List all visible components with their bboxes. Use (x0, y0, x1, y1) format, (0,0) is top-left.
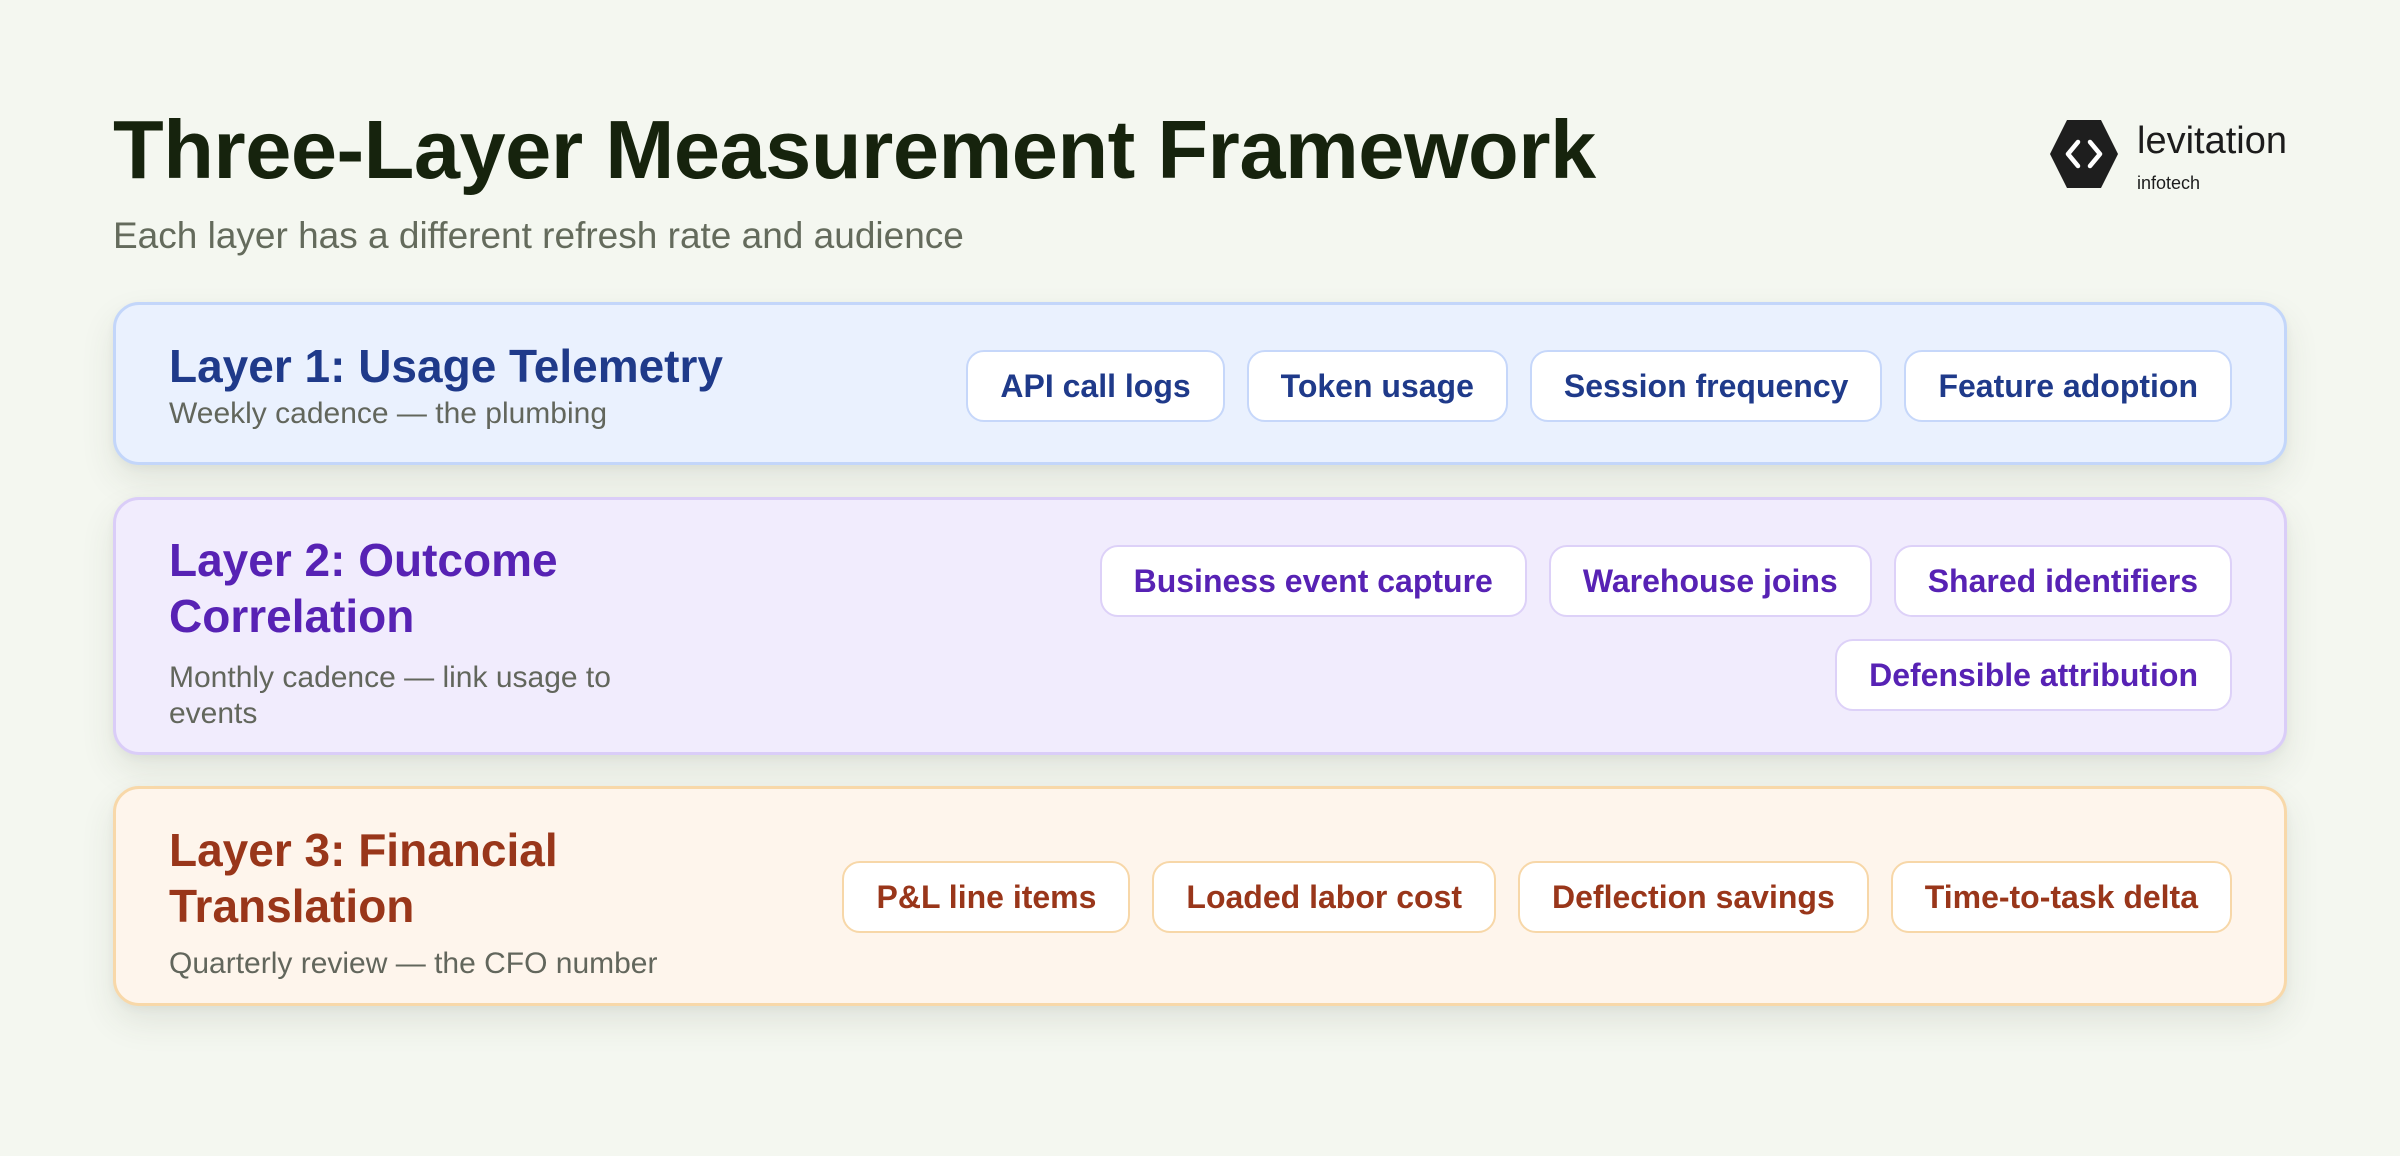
layer-title: Layer 2: Outcome Correlation (169, 534, 558, 642)
brand-tagline: infotech (2137, 173, 2201, 193)
page-title: Three-Layer Measurement Framework (113, 103, 1596, 196)
metric-chip-defensible-attribution: Defensible attribution (1835, 639, 2232, 711)
layer-header: Layer 1: Usage Telemetry Weekly cadence … (169, 338, 869, 432)
brand-name: levitation (2137, 120, 2287, 162)
metric-chip-warehouse-joins: Warehouse joins (1548, 545, 1872, 617)
metric-chip-session-frequency: Session frequency (1529, 350, 1883, 422)
layer-card-outcome-correlation: Layer 2: Outcome Correlation Monthly cad… (113, 497, 2287, 755)
page-subtitle: Each layer has a different refresh rate … (113, 215, 964, 256)
layer-card-usage-telemetry: Layer 1: Usage Telemetry Weekly cadence … (113, 302, 2287, 465)
metric-chip-token-usage: Token usage (1246, 350, 1508, 422)
metric-chip-group: API call logs Token usage Session freque… (832, 350, 2232, 422)
layer-description: Quarterly review — the CFO number (169, 947, 658, 980)
metric-chip-group: Business event capture Warehouse joins S… (1052, 545, 2232, 711)
metric-chip-deflection-savings: Deflection savings (1518, 861, 1869, 933)
metric-chip-loaded-labor-cost: Loaded labor cost (1152, 861, 1496, 933)
framework-slide: Three-Layer Measurement Framework Each l… (113, 0, 2287, 1156)
metric-chip-time-to-task-delta: Time-to-task delta (1890, 861, 2232, 933)
layer-card-financial-translation: Layer 3: Financial Translation Quarterly… (113, 786, 2287, 1006)
metric-chip-shared-identifiers: Shared identifiers (1893, 545, 2232, 617)
layer-header: Layer 3: Financial Translation Quarterly… (169, 822, 809, 982)
metric-chip-feature-adoption: Feature adoption (1904, 350, 2232, 422)
brand-wordmark: levitation infotech (2137, 118, 2287, 192)
layer-header: Layer 2: Outcome Correlation Monthly cad… (169, 532, 729, 732)
metric-chip-business-event-capture: Business event capture (1099, 545, 1527, 617)
brand-logo: levitation infotech (2049, 118, 2287, 192)
metric-chip-group: P&L line items Loaded labor cost Deflect… (732, 861, 2232, 933)
metric-chip-api-call-logs: API call logs (966, 350, 1225, 422)
hexagon-code-brackets-icon (2050, 120, 2119, 188)
layer-title: Layer 1: Usage Telemetry (169, 340, 723, 392)
layer-description: Weekly cadence — the plumbing (169, 397, 608, 430)
metric-chip-pl-line-items: P&L line items (842, 861, 1131, 933)
layer-description: Monthly cadence — link usage to events (169, 661, 611, 730)
layer-title: Layer 3: Financial Translation (169, 824, 558, 932)
